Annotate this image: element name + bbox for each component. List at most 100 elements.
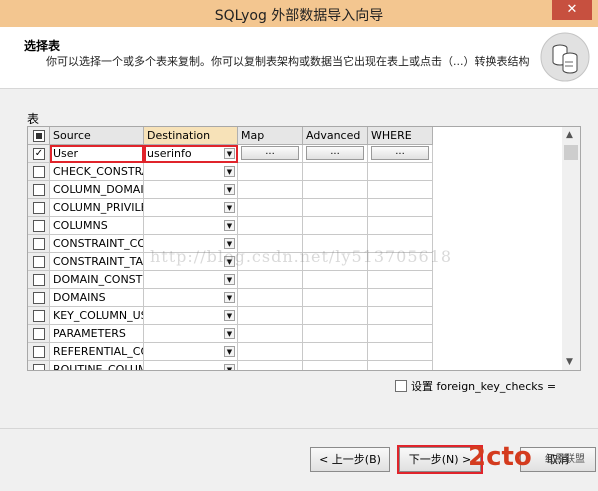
row-checkbox[interactable] [33,274,45,286]
destination-table-select[interactable]: ▼ [144,325,238,343]
destination-table-select[interactable]: ▼ [144,307,238,325]
source-table-cell[interactable]: CHECK_CONSTRAINTS [50,163,144,181]
row-checkbox-cell[interactable] [28,307,50,325]
row-checkbox-cell[interactable] [28,199,50,217]
dropdown-arrow-icon[interactable]: ▼ [224,328,235,339]
source-table-cell[interactable]: COLUMN_PRIVILEGES [50,199,144,217]
destination-table-select[interactable]: ▼ [144,289,238,307]
source-table-cell[interactable]: KEY_COLUMN_USAGE [50,307,144,325]
advanced-cell [303,361,368,370]
row-checkbox-cell[interactable] [28,217,50,235]
column-header-source[interactable]: Source [50,127,144,145]
dropdown-arrow-icon[interactable]: ▼ [224,274,235,285]
destination-table-select[interactable]: ▼ [144,181,238,199]
map-cell [238,163,303,181]
source-table-cell[interactable]: COLUMN_DOMAIN_USAGE [50,181,144,199]
source-table-cell[interactable]: DOMAINS [50,289,144,307]
row-checkbox[interactable] [33,166,45,178]
source-table-cell[interactable]: COLUMNS [50,217,144,235]
dropdown-arrow-icon[interactable]: ▼ [224,292,235,303]
where-cell [368,361,433,370]
row-checkbox[interactable] [33,220,45,232]
dropdown-arrow-icon[interactable]: ▼ [224,166,235,177]
map-cell [238,361,303,370]
source-table-cell[interactable]: CONSTRAINT_TABLE_USAGE [50,253,144,271]
source-table-cell[interactable]: ROUTINE_COLUMNS [50,361,144,370]
table-row[interactable]: COLUMN_PRIVILEGES ▼ [28,199,433,217]
table-row[interactable]: COLUMNS ▼ [28,217,433,235]
destination-table-select[interactable]: ▼ [144,217,238,235]
row-checkbox[interactable] [33,238,45,250]
column-header-advanced[interactable]: Advanced [303,127,368,145]
row-checkbox-cell[interactable]: ✓ [28,145,50,163]
table-row[interactable]: DOMAIN_CONSTRAINTS ▼ [28,271,433,289]
select-all-cell[interactable] [28,127,50,145]
dropdown-arrow-icon[interactable]: ▼ [224,364,235,370]
row-checkbox[interactable] [33,328,45,340]
row-checkbox[interactable] [33,184,45,196]
source-table-cell[interactable]: User [50,145,144,163]
map-ellipsis-button[interactable]: ... [241,146,299,160]
table-row[interactable]: KEY_COLUMN_USAGE ▼ [28,307,433,325]
table-row[interactable]: ✓ User userinfo ▼......... [28,145,433,163]
scroll-thumb[interactable] [564,145,578,160]
advanced-ellipsis-button[interactable]: ... [306,146,364,160]
back-button[interactable]: < 上一步(B) [310,447,390,472]
destination-table-select[interactable]: ▼ [144,199,238,217]
destination-table-select[interactable]: userinfo ▼ [144,145,238,163]
row-checkbox-cell[interactable] [28,253,50,271]
source-table-cell[interactable]: PARAMETERS [50,325,144,343]
table-row[interactable]: CHECK_CONSTRAINTS ▼ [28,163,433,181]
dropdown-arrow-icon[interactable]: ▼ [224,220,235,231]
map-cell [238,289,303,307]
close-button[interactable]: ✕ [552,0,592,20]
where-cell [368,181,433,199]
row-checkbox[interactable] [33,346,45,358]
grid-scrollbar[interactable]: ▲ ▼ [562,127,580,370]
row-checkbox[interactable] [33,364,45,370]
source-table-cell[interactable]: DOMAIN_CONSTRAINTS [50,271,144,289]
dropdown-arrow-icon[interactable]: ▼ [224,310,235,321]
destination-table-select[interactable]: ▼ [144,271,238,289]
destination-table-select[interactable]: ▼ [144,361,238,370]
select-all-checkbox[interactable] [33,130,45,142]
row-checkbox-cell[interactable] [28,181,50,199]
row-checkbox-cell[interactable] [28,361,50,370]
where-ellipsis-button[interactable]: ... [371,146,429,160]
advanced-cell [303,181,368,199]
row-checkbox[interactable] [33,310,45,322]
scroll-down-icon[interactable]: ▼ [566,357,573,367]
row-checkbox-cell[interactable] [28,289,50,307]
table-row[interactable]: ROUTINE_COLUMNS ▼ [28,361,433,370]
row-checkbox[interactable]: ✓ [33,148,45,160]
row-checkbox-cell[interactable] [28,235,50,253]
row-checkbox-cell[interactable] [28,163,50,181]
row-checkbox[interactable] [33,202,45,214]
destination-table-select[interactable]: ▼ [144,343,238,361]
column-header-where[interactable]: WHERE [368,127,433,145]
dropdown-arrow-icon[interactable]: ▼ [224,184,235,195]
table-row[interactable]: DOMAINS ▼ [28,289,433,307]
table-row[interactable]: REFERENTIAL_CONSTRAINTS ▼ [28,343,433,361]
row-checkbox-cell[interactable] [28,325,50,343]
column-header-map[interactable]: Map [238,127,303,145]
dropdown-arrow-icon[interactable]: ▼ [224,346,235,357]
source-table-cell[interactable]: CONSTRAINT_COLUMN_USAGE [50,235,144,253]
row-checkbox[interactable] [33,256,45,268]
row-checkbox-cell[interactable] [28,271,50,289]
column-header-destination[interactable]: Destination [144,127,238,145]
step-description: 你可以选择一个或多个表来复制。你可以复制表架构或数据当它出现在表上或点击（...… [46,55,530,68]
row-checkbox[interactable] [33,292,45,304]
source-table-cell[interactable]: REFERENTIAL_CONSTRAINTS [50,343,144,361]
table-row[interactable]: PARAMETERS ▼ [28,325,433,343]
dropdown-arrow-icon[interactable]: ▼ [224,148,235,159]
footer-divider [0,428,598,429]
database-copy-icon [540,32,590,82]
advanced-cell [303,163,368,181]
foreign-key-checks-checkbox[interactable] [395,380,407,392]
destination-table-select[interactable]: ▼ [144,163,238,181]
scroll-up-icon[interactable]: ▲ [566,130,573,140]
table-row[interactable]: COLUMN_DOMAIN_USAGE ▼ [28,181,433,199]
dropdown-arrow-icon[interactable]: ▼ [224,202,235,213]
row-checkbox-cell[interactable] [28,343,50,361]
